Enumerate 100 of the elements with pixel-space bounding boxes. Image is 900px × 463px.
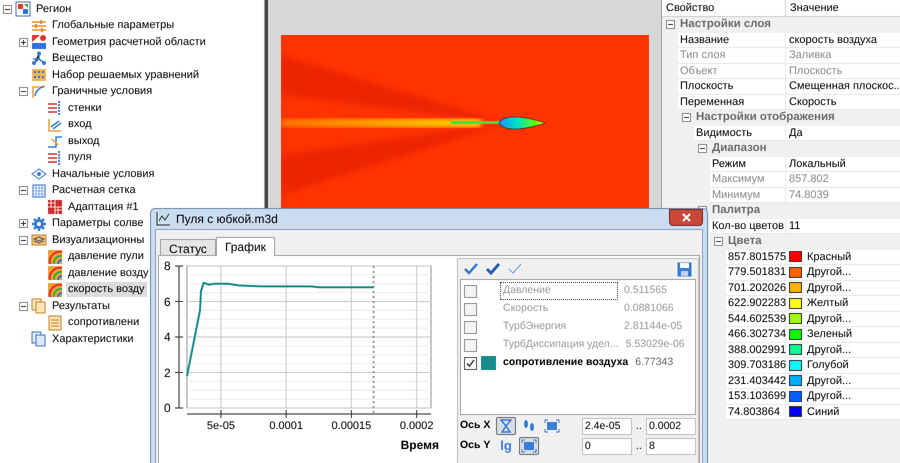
tree-item[interactable]: Адаптация #1 bbox=[66, 200, 141, 215]
property-name: Видимость bbox=[696, 126, 752, 140]
color-swatch[interactable] bbox=[789, 390, 802, 402]
layers-icon bbox=[31, 232, 47, 248]
tree-item[interactable]: сопротивлени bbox=[66, 315, 142, 330]
tree-item[interactable]: давление пули bbox=[66, 249, 146, 264]
tree-item[interactable]: давление возду bbox=[66, 266, 150, 281]
property-value[interactable]: 11 bbox=[789, 218, 800, 234]
range-separator: .. bbox=[634, 438, 643, 454]
tree-item[interactable]: Геометрия расчетной области bbox=[50, 34, 208, 50]
color-swatch[interactable] bbox=[789, 313, 802, 324]
tree-item[interactable]: Граничные условия bbox=[50, 84, 154, 100]
property-name: Название bbox=[680, 32, 730, 48]
property-value[interactable]: Да bbox=[789, 124, 803, 141]
tab[interactable]: Статус bbox=[160, 239, 216, 255]
expand-toggle[interactable] bbox=[19, 219, 28, 228]
cursor-tool-button[interactable] bbox=[496, 417, 516, 435]
color-swatch[interactable] bbox=[789, 328, 802, 340]
tree-item[interactable]: Вещество bbox=[50, 51, 105, 66]
tree-item[interactable]: Результаты bbox=[50, 298, 112, 314]
tree-item[interactable]: пуля bbox=[66, 150, 94, 166]
tree-item[interactable]: выход bbox=[66, 134, 102, 149]
property-value[interactable]: Локальный bbox=[789, 156, 846, 172]
tree-item[interactable]: скорость возду bbox=[66, 282, 147, 298]
save-icon[interactable] bbox=[677, 262, 692, 276]
property-name: 153.103699 bbox=[728, 389, 786, 404]
checkbox[interactable] bbox=[464, 284, 477, 298]
color-swatch[interactable] bbox=[789, 344, 802, 356]
axis-min-field[interactable]: 0 bbox=[582, 438, 632, 454]
checkbox[interactable] bbox=[464, 338, 477, 352]
close-icon bbox=[682, 212, 690, 222]
gear-icon bbox=[31, 216, 47, 232]
property-value[interactable]: Скорость bbox=[789, 94, 837, 110]
property-value[interactable]: Другой... bbox=[807, 310, 852, 327]
checkbox[interactable] bbox=[464, 302, 477, 316]
property-value[interactable]: Желтый bbox=[807, 295, 848, 312]
pages-icon bbox=[31, 331, 47, 348]
tab[interactable]: График bbox=[216, 237, 275, 256]
variable-name[interactable]: сопротивление воздуха bbox=[500, 354, 630, 372]
color-swatch[interactable] bbox=[789, 375, 802, 386]
axis-min-field[interactable]: 2.4e-05 bbox=[582, 418, 632, 434]
tree-item[interactable]: Расчетная сетка bbox=[50, 183, 138, 198]
close-button[interactable] bbox=[669, 208, 703, 226]
mesh-icon bbox=[47, 199, 63, 216]
checkbox[interactable] bbox=[464, 356, 477, 370]
tree-item[interactable]: Регион bbox=[34, 2, 74, 17]
tree-item[interactable]: Параметры солве bbox=[50, 216, 146, 232]
collapse-toggle[interactable] bbox=[698, 144, 707, 153]
color-swatch[interactable] bbox=[789, 282, 802, 294]
collapse-toggle[interactable] bbox=[666, 20, 675, 29]
tree-item[interactable]: вход bbox=[66, 117, 94, 132]
fit-tool-button[interactable] bbox=[519, 437, 539, 455]
sliders-icon bbox=[31, 18, 47, 34]
property-value[interactable]: Зеленый bbox=[807, 326, 852, 342]
expand-toggle[interactable] bbox=[3, 4, 12, 14]
tree-item[interactable]: стенки bbox=[66, 100, 104, 116]
property-value[interactable]: скорость воздуха bbox=[789, 32, 878, 48]
property-value[interactable]: Другой... bbox=[807, 280, 852, 296]
log-scale-button[interactable]: lg bbox=[496, 437, 516, 455]
tree-item[interactable]: Набор решаемых уравнений bbox=[50, 68, 201, 83]
window-title: Пуля с юбкой.m3d bbox=[176, 211, 278, 228]
expand-toggle[interactable] bbox=[19, 186, 28, 196]
arrows-icon bbox=[47, 100, 63, 116]
column-header[interactable]: Значение bbox=[786, 0, 900, 16]
expand-toggle[interactable] bbox=[19, 38, 28, 47]
property-value[interactable]: Синий bbox=[807, 404, 840, 420]
color-swatch[interactable] bbox=[789, 251, 802, 262]
property-value[interactable]: Другой... bbox=[807, 342, 852, 358]
tree-item[interactable]: Глобальные параметры bbox=[50, 18, 176, 34]
expand-toggle[interactable] bbox=[19, 302, 28, 311]
property-name: 309.703186 bbox=[728, 358, 786, 373]
axis-max-field[interactable]: 8 bbox=[646, 438, 696, 454]
expand-toggle[interactable] bbox=[19, 236, 28, 245]
tree-item[interactable]: Начальные условия bbox=[50, 166, 156, 182]
color-swatch[interactable] bbox=[789, 298, 802, 309]
property-value[interactable]: Другой... bbox=[807, 264, 852, 280]
arrows-icon bbox=[47, 150, 63, 166]
color-swatch[interactable] bbox=[789, 360, 802, 371]
color-swatch[interactable] bbox=[789, 266, 802, 278]
property-value[interactable]: Другой... bbox=[807, 388, 852, 404]
collapse-toggle[interactable] bbox=[714, 236, 723, 246]
property-value[interactable]: Голубой bbox=[807, 357, 849, 374]
collapse-toggle[interactable] bbox=[682, 112, 691, 122]
x-tick-label: 0.0001 bbox=[269, 420, 303, 433]
property-value[interactable]: Другой... bbox=[807, 372, 852, 389]
axis-max-field[interactable]: 0.0002 bbox=[646, 418, 696, 434]
color-swatch[interactable] bbox=[789, 406, 802, 418]
expand-toggle[interactable] bbox=[19, 87, 28, 96]
column-header[interactable]: Свойство bbox=[662, 0, 786, 16]
property-value[interactable]: Смещенная плоскос... bbox=[789, 78, 900, 94]
tree-item[interactable]: Визуализационны bbox=[50, 232, 146, 248]
check-icon[interactable] bbox=[486, 263, 500, 275]
variable-value: 5.53029e-06 bbox=[626, 337, 685, 352]
fit-tool-button[interactable] bbox=[542, 417, 562, 435]
tree-item[interactable]: Характеристики bbox=[50, 332, 136, 347]
check-outline-icon[interactable] bbox=[508, 263, 522, 275]
check-icon[interactable] bbox=[464, 263, 478, 275]
property-value[interactable]: Красный bbox=[807, 248, 852, 265]
footprints-icon bbox=[523, 419, 535, 433]
checkbox[interactable] bbox=[464, 320, 477, 334]
